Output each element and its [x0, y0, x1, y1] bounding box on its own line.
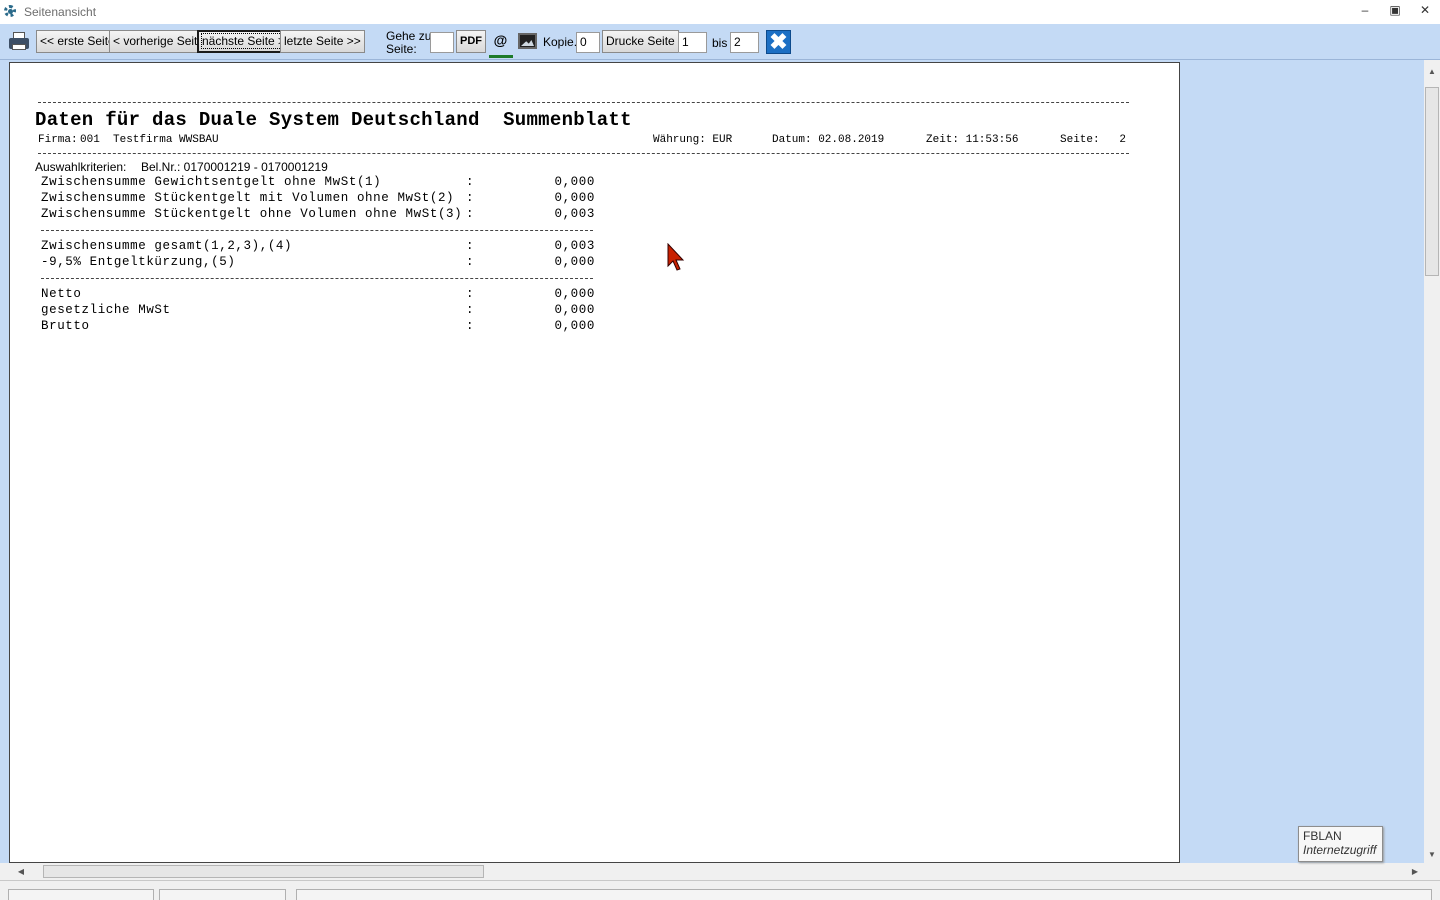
row-value: 0,000 [554, 255, 595, 269]
horizontal-scroll-thumb[interactable] [43, 865, 484, 878]
minimize-button[interactable]: – [1350, 0, 1380, 22]
tooltip-title: FBLAN [1303, 829, 1342, 843]
horizontal-scrollbar[interactable]: ◀ ▶ [0, 863, 1424, 880]
divider [38, 102, 1129, 103]
last-page-button[interactable]: letzte Seite >> [280, 30, 365, 53]
row-value: 0,000 [554, 303, 595, 317]
tooltip-subtitle: Internetzugriff [1303, 843, 1377, 857]
copies-label: Kopie.: [543, 35, 581, 49]
status-panel [159, 889, 286, 900]
copies-input[interactable]: 0 [576, 32, 600, 53]
status-panel [8, 889, 154, 900]
scroll-corner [1424, 863, 1440, 880]
report-date: Datum: 02.08.2019 [772, 134, 885, 146]
row-label: Zwischensumme Stückentgelt mit Volumen o… [41, 191, 455, 205]
goto-label-page: Seite: [386, 42, 417, 56]
report-page: Daten für das Duale System Deutschland S… [9, 62, 1180, 863]
next-page-label: nächste Seite > [200, 33, 287, 49]
pdf-button[interactable]: PDF [456, 30, 486, 53]
row-colon: : [466, 287, 475, 301]
divider [41, 278, 593, 279]
row-colon: : [466, 207, 475, 221]
prev-page-label: < vorherige Seite [113, 34, 205, 48]
close-icon[interactable]: ✖ [766, 30, 791, 54]
first-page-button[interactable]: << erste Seite [36, 30, 119, 53]
page-number: Seite: 2 [1060, 134, 1127, 146]
currency: Währung: EUR [653, 134, 733, 146]
print-preview-area: Daten für das Duale System Deutschland S… [0, 60, 1424, 863]
prev-page-button[interactable]: < vorherige Seite [109, 30, 209, 53]
row-colon: : [466, 255, 475, 269]
report-title: Daten für das Duale System Deutschland S… [35, 109, 632, 131]
window-title: Seitenansicht [24, 5, 97, 19]
maximize-button[interactable]: ▣ [1380, 0, 1410, 22]
row-colon: : [466, 191, 475, 205]
row-label: Zwischensumme gesamt(1,2,3),(4) [41, 239, 293, 253]
scroll-up-icon[interactable]: ▲ [1424, 64, 1440, 80]
window-controls: – ▣ ✕ [1350, 0, 1440, 22]
print-to-input[interactable]: 2 [730, 32, 759, 53]
row-value: 0,000 [554, 175, 595, 189]
firma-label: Firma: [38, 134, 78, 146]
row-colon: : [466, 175, 475, 189]
title-bar: Seitenansicht – ▣ ✕ [0, 0, 1440, 24]
next-page-button[interactable]: nächste Seite > [197, 30, 291, 53]
report-time: Zeit: 11:53:56 [926, 134, 1019, 146]
row-value: 0,000 [554, 319, 595, 333]
row-value: 0,003 [554, 207, 595, 221]
criteria-label: Auswahlkriterien: [35, 160, 127, 174]
firma-value: 001 Testfirma WWSBAU [80, 134, 219, 146]
row-colon: : [466, 239, 475, 253]
row-colon: : [466, 319, 475, 333]
status-panel [296, 889, 1432, 900]
row-label: Zwischensumme Gewichtsentgelt ohne MwSt(… [41, 175, 382, 189]
row-value: 0,000 [554, 287, 595, 301]
printer-icon[interactable] [8, 30, 31, 53]
last-page-label: letzte Seite >> [284, 34, 361, 48]
close-window-button[interactable]: ✕ [1410, 0, 1440, 22]
email-active-indicator [489, 55, 513, 58]
first-page-label: << erste Seite [40, 34, 115, 48]
row-label: Zwischensumme Stückentgelt ohne Volumen … [41, 207, 463, 221]
status-bar [0, 880, 1440, 900]
goto-label: Gehe zu [386, 29, 432, 43]
scroll-left-icon[interactable]: ◀ [13, 863, 29, 880]
mouse-cursor-icon [667, 243, 685, 271]
scroll-right-icon[interactable]: ▶ [1407, 863, 1423, 880]
scroll-down-icon[interactable]: ▼ [1424, 847, 1440, 863]
email-icon[interactable]: @ [489, 30, 512, 53]
divider [38, 153, 1129, 154]
criteria-value: Bel.Nr.: 0170001219 - 0170001219 [141, 160, 328, 174]
row-colon: : [466, 303, 475, 317]
toolbar: << erste Seite < vorherige Seite nächste… [0, 24, 1440, 60]
print-page-label: Drucke Seite [606, 34, 675, 48]
row-value: 0,000 [554, 191, 595, 205]
pdf-label: PDF [460, 35, 482, 47]
row-value: 0,003 [554, 239, 595, 253]
row-label: gesetzliche MwSt [41, 303, 171, 317]
print-from-input[interactable]: 1 [678, 32, 707, 53]
vertical-scrollbar[interactable]: ▲ ▼ [1424, 60, 1440, 863]
goto-page-input[interactable] [430, 32, 454, 53]
row-label: -9,5% Entgeltkürzung,(5) [41, 255, 236, 269]
row-label: Brutto [41, 319, 90, 333]
print-page-button[interactable]: Drucke Seite [602, 30, 679, 53]
to-label: bis [712, 36, 728, 50]
row-label: Netto [41, 287, 82, 301]
app-gear-icon [3, 4, 19, 20]
image-icon[interactable] [516, 30, 539, 53]
network-tooltip: FBLAN Internetzugriff [1298, 826, 1383, 862]
vertical-scroll-thumb[interactable] [1425, 87, 1439, 276]
divider [41, 230, 593, 231]
